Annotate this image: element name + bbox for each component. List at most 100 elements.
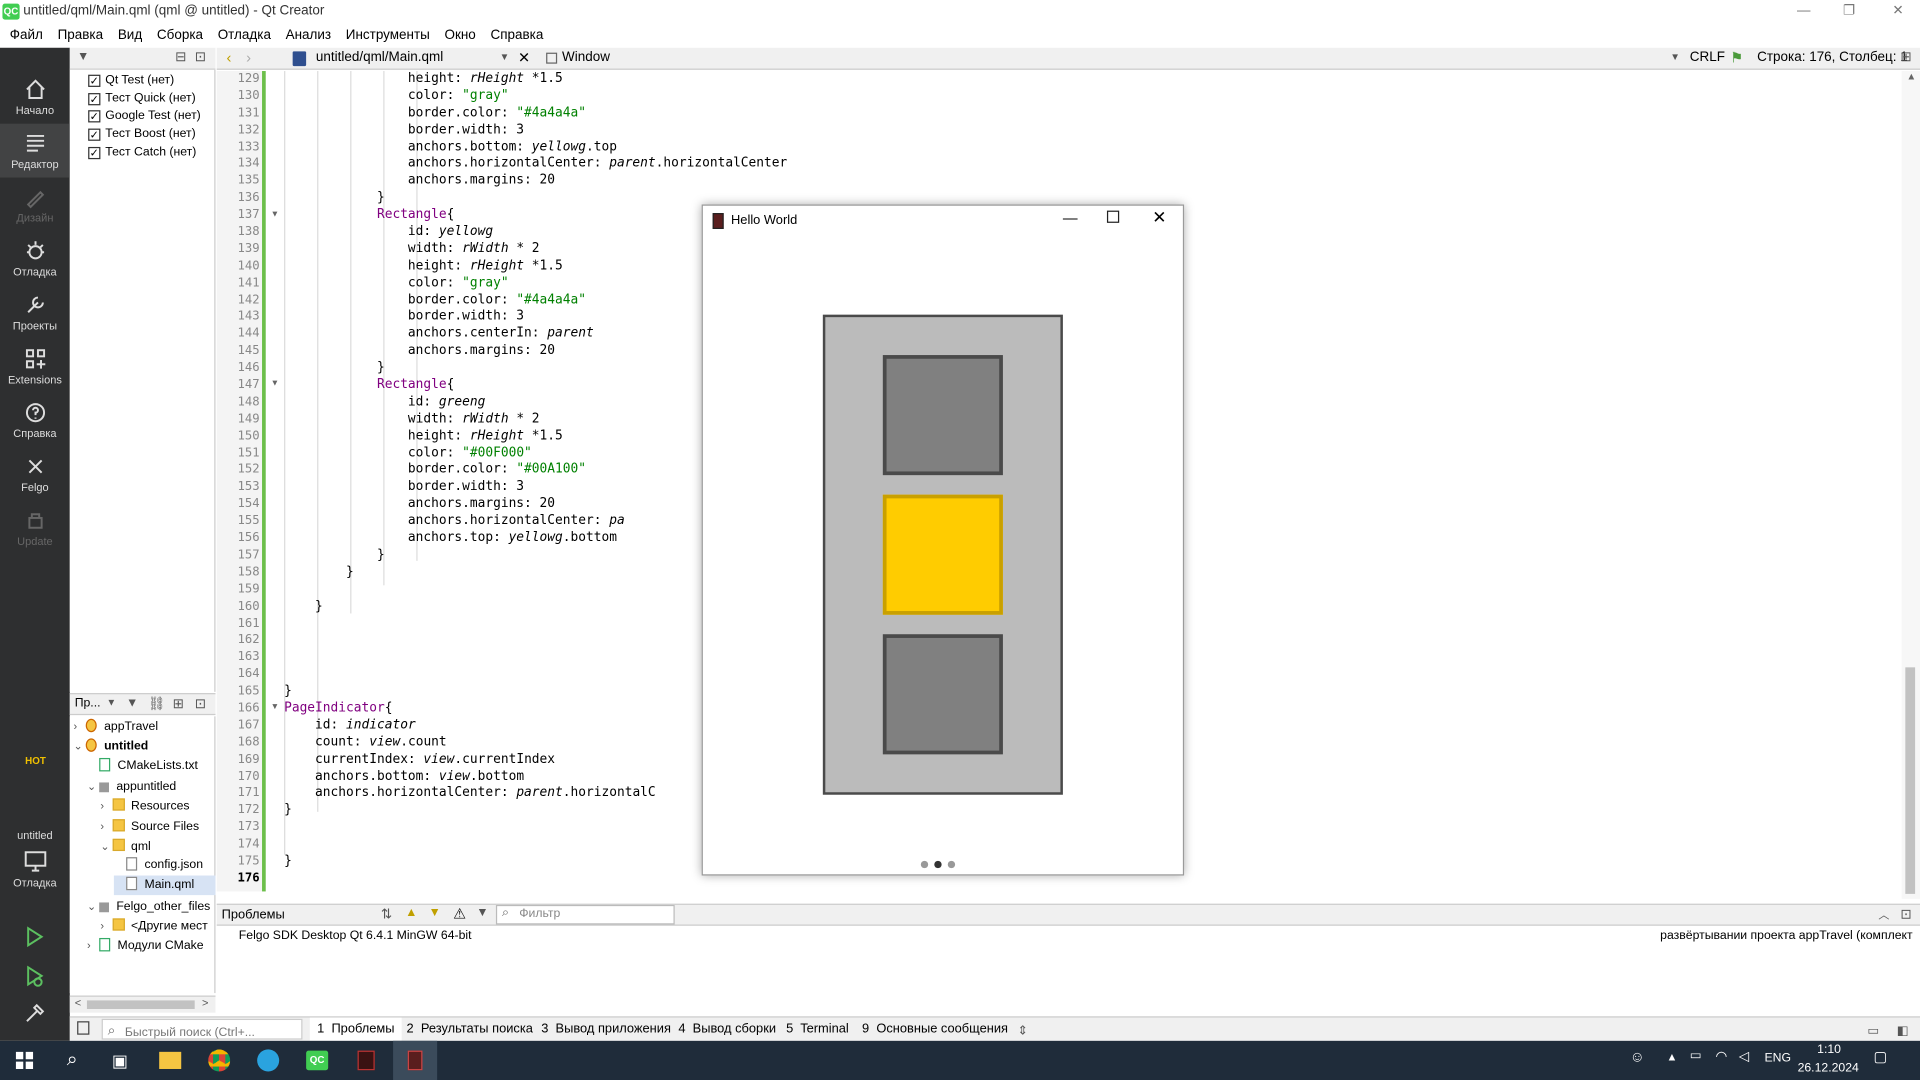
checkbox[interactable]: ✓ (88, 110, 101, 123)
tree-item[interactable]: config.json (114, 856, 216, 876)
chevron-down-icon[interactable]: ▼ (500, 51, 510, 62)
test-framework-item[interactable]: ✓ Тест Boost (нет) (88, 125, 196, 143)
link-icon[interactable]: ⛓ (148, 696, 165, 712)
toggle-right-sidebar-icon[interactable]: ◧ (1897, 1020, 1909, 1043)
chrome-icon[interactable] (197, 1041, 241, 1080)
problem-kit[interactable]: Felgo SDK Desktop Qt 6.4.1 MinGW 64-bit (239, 929, 472, 942)
collapse-icon[interactable]: ⊟ (175, 49, 186, 65)
mode-help[interactable]: Справка (0, 393, 70, 447)
close-panel-icon[interactable]: ⊡ (195, 696, 206, 712)
output-tab[interactable]: 4 Вывод сборки (671, 1018, 783, 1041)
mode-extensions[interactable]: Extensions (0, 339, 70, 393)
projects-view-selector[interactable]: Пр... (75, 697, 101, 710)
tree-expand-icon[interactable]: › (100, 916, 112, 936)
tree-item[interactable]: ⌄ appuntitled (87, 776, 216, 796)
chevron-down-icon[interactable]: ▼ (107, 697, 117, 708)
fold-arrow-icon[interactable]: ▼ (271, 703, 279, 712)
menu-item-3[interactable]: Сборка (152, 24, 208, 47)
task-view-icon[interactable]: ▣ (98, 1041, 142, 1080)
clock-time[interactable]: 1:10 (1817, 1043, 1841, 1056)
warning-icon[interactable]: ⚠ (453, 905, 466, 922)
current-file-selector[interactable]: untitled/qml/Main.qml (316, 50, 443, 65)
scroll-thumb[interactable] (86, 1000, 195, 1009)
symbol-selector[interactable]: Window (562, 50, 610, 65)
tree-item[interactable]: › Source Files (100, 816, 215, 836)
menu-item-4[interactable]: Отладка (213, 24, 276, 47)
up-icon[interactable]: ▲ (405, 906, 417, 919)
back-icon[interactable]: ‹ (227, 49, 232, 66)
tree-expand-icon[interactable]: ⌄ (87, 896, 99, 916)
tray-expand-icon[interactable]: ▲ (1667, 1051, 1678, 1063)
checkbox[interactable]: ✓ (88, 92, 101, 105)
mode-felgo[interactable]: Felgo (0, 447, 70, 501)
test-framework-item[interactable]: ✓ Тест Quick (нет) (88, 89, 196, 107)
wifi-icon[interactable]: ◠ (1716, 1048, 1728, 1064)
build-icon[interactable] (22, 1002, 46, 1030)
tree-item[interactable]: › <Другие мест (100, 916, 215, 936)
tree-item[interactable]: › appTravel (73, 716, 215, 736)
tree-expand-icon[interactable]: › (87, 936, 99, 956)
split-editor-icon[interactable]: ⊞ (1900, 49, 1911, 65)
windows-start-icon[interactable] (2, 1041, 46, 1080)
minimize-icon[interactable]: — (1783, 0, 1825, 24)
page-dot[interactable] (934, 860, 942, 869)
close-icon[interactable]: ✕ (1877, 0, 1919, 24)
close-panel-icon[interactable]: ⊡ (195, 49, 206, 65)
app-taskbar-icon[interactable] (344, 1041, 388, 1080)
hello-world-taskbar-icon[interactable] (393, 1040, 438, 1080)
notifications-icon[interactable]: ▢ (1873, 1048, 1887, 1065)
menu-item-7[interactable]: Окно (440, 24, 481, 47)
output-tab[interactable]: 3 Вывод приложения (534, 1018, 678, 1041)
battery-icon[interactable]: ▭ (1690, 1049, 1702, 1062)
tree-expand-icon[interactable]: ⌄ (87, 776, 99, 796)
cursor-position[interactable]: Строка: 176, Столбец: 1 (1757, 50, 1908, 65)
felgo-hot-reload-icon[interactable]: HOT (22, 756, 49, 778)
scroll-right-icon[interactable]: > (202, 997, 208, 1009)
mode-editor[interactable]: Редактор (0, 123, 70, 178)
tree-expand-icon[interactable]: › (73, 716, 85, 736)
menu-item-0[interactable]: Файл (5, 24, 48, 47)
checkbox[interactable]: ✓ (88, 146, 101, 159)
tree-item[interactable]: › Resources (100, 796, 215, 816)
locator-input[interactable]: ⌕ Быстрый поиск (Ctrl+... (101, 1018, 303, 1040)
checkbox[interactable]: ✓ (88, 128, 101, 141)
test-framework-item[interactable]: ✓ Тест Catch (нет) (88, 143, 196, 161)
tree-horizontal-scrollbar[interactable]: < > (69, 995, 216, 1013)
close-file-icon[interactable]: ✕ (518, 49, 530, 66)
tree-expand-icon[interactable]: ⌄ (73, 736, 85, 756)
mode-welcome[interactable]: Начало (0, 70, 70, 124)
menu-item-6[interactable]: Инструменты (341, 24, 435, 47)
volume-icon[interactable]: ◁ (1739, 1048, 1749, 1064)
maximize-panel-icon[interactable]: ︿ (1878, 906, 1889, 922)
output-tab[interactable]: 1 Проблемы (309, 1017, 402, 1041)
output-tab[interactable]: 9 Основные сообщения (855, 1018, 1016, 1041)
debug-run-icon[interactable] (22, 964, 46, 992)
toggle-sidebar-icon[interactable] (77, 1021, 90, 1035)
run-icon[interactable] (22, 924, 46, 952)
more-tabs-icon[interactable]: ⇕ (1018, 1020, 1028, 1043)
qt-creator-taskbar-icon[interactable]: QC (295, 1041, 339, 1080)
problem-message[interactable]: развёртывании проекта appTravel (комплек… (1660, 929, 1913, 942)
chevron-down-icon[interactable]: ▼ (1670, 51, 1680, 62)
tree-item[interactable]: Main.qml (113, 875, 216, 896)
menu-item-1[interactable]: Правка (53, 24, 108, 47)
restore-icon[interactable]: ❐ (1828, 0, 1870, 24)
fold-arrow-icon[interactable]: ▼ (271, 380, 279, 389)
tree-item[interactable]: ⌄ Felgo_other_files (87, 896, 216, 916)
maximize-icon[interactable] (1106, 210, 1120, 223)
sort-icon[interactable]: ⇅ (381, 906, 392, 922)
page-indicator[interactable] (920, 858, 970, 870)
close-icon[interactable]: ✕ (1152, 207, 1166, 228)
filter-icon[interactable]: ▼ (77, 50, 89, 63)
output-tab[interactable]: 5 Terminal (779, 1018, 856, 1041)
scroll-left-icon[interactable]: < (75, 997, 81, 1009)
tree-item[interactable]: ⌄ untitled (73, 736, 215, 756)
telegram-icon[interactable] (246, 1041, 290, 1080)
test-framework-item[interactable]: ✓ Google Test (нет) (88, 107, 201, 125)
tree-expand-icon[interactable]: › (100, 796, 112, 816)
filter-icon[interactable]: ▼ (126, 697, 138, 710)
tree-item[interactable]: CMakeLists.txt (87, 756, 216, 776)
line-ending-selector[interactable]: CRLF (1690, 50, 1725, 65)
menu-item-2[interactable]: Вид (113, 24, 147, 47)
mode-design[interactable]: Дизайн (0, 178, 70, 232)
